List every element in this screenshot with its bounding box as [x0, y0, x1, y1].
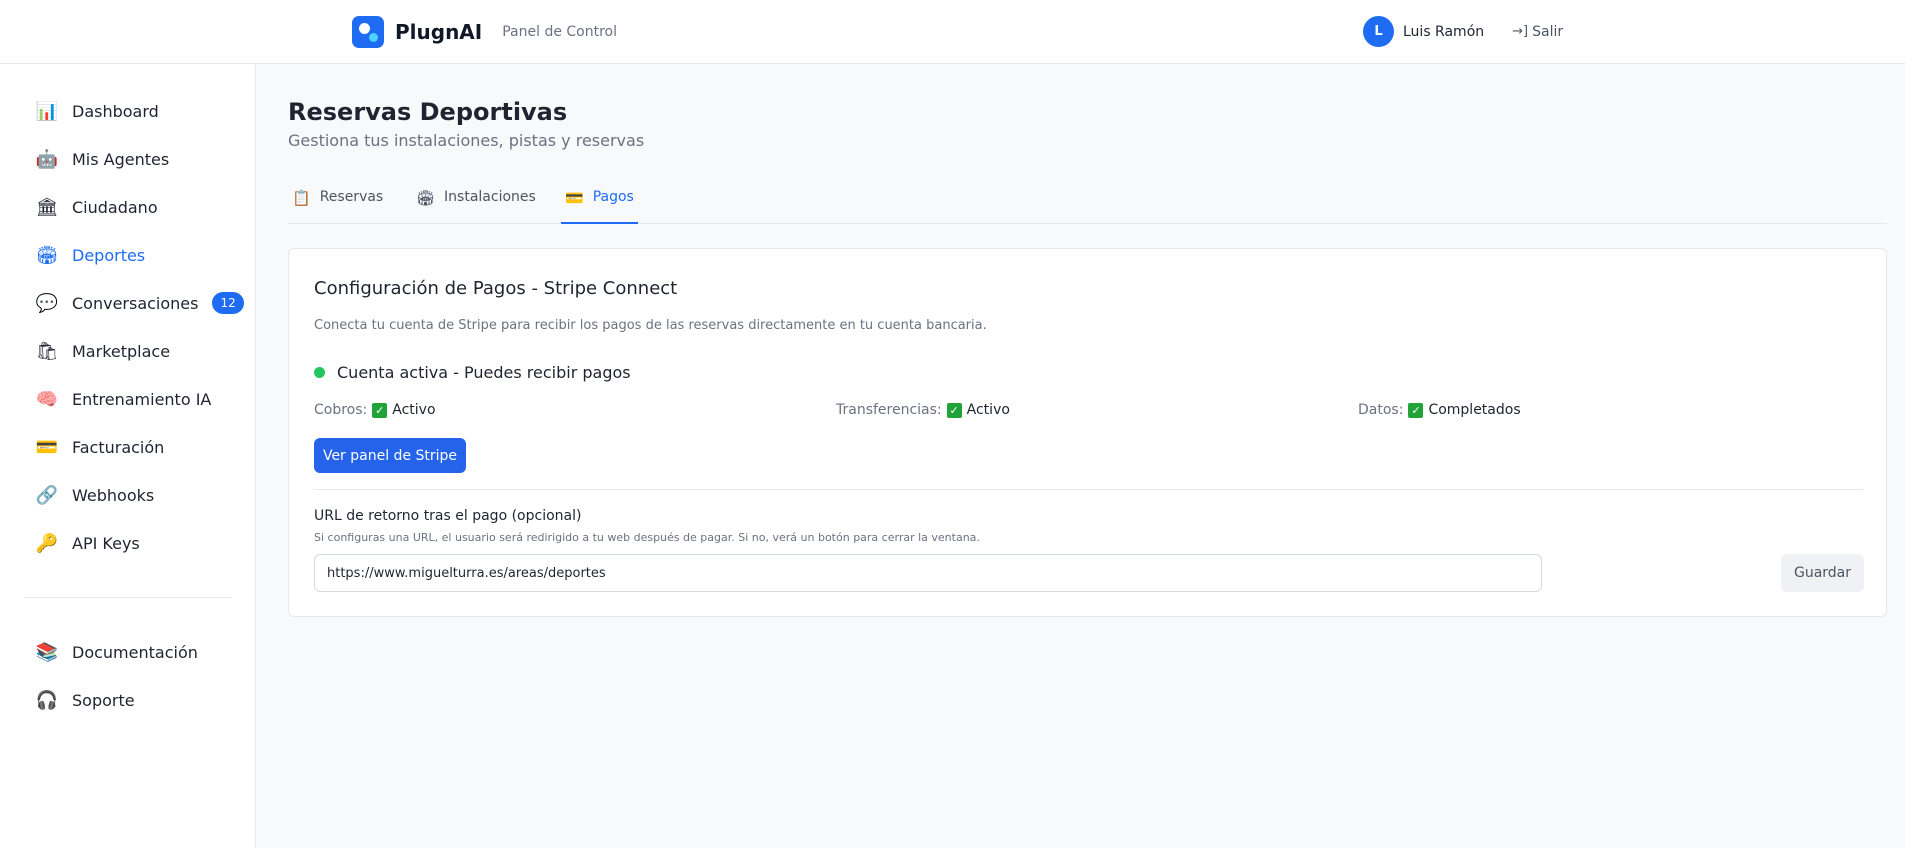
sidebar-item-label: Soporte [72, 690, 135, 710]
sidebar-item-label: Ciudadano [72, 197, 158, 217]
card-title: Configuración de Pagos - Stripe Connect [314, 278, 678, 299]
sidebar-divider [24, 597, 232, 598]
sidebar-item-documentacion[interactable]: 📚 Documentación [36, 638, 198, 666]
account-status: Cuenta activa - Puedes recibir pagos [314, 363, 631, 382]
sidebar-item-label: Deportes [72, 245, 146, 265]
status-label: Transferencias: [836, 402, 942, 418]
check-icon: ✓ [372, 402, 388, 418]
sidebar-item-label: Documentación [72, 642, 198, 662]
credit-card-icon: 💳 [565, 189, 584, 207]
books-icon: 📚 [35, 641, 59, 663]
tab-label: Pagos [592, 189, 634, 205]
user-menu: L Luis Ramón →] Salir [1363, 16, 1563, 47]
tab-pagos[interactable]: 💳 Pagos [561, 183, 638, 224]
link-icon: 🔗 [35, 484, 59, 506]
stripe-dashboard-button[interactable]: Ver panel de Stripe [314, 438, 466, 473]
tab-instalaciones[interactable]: 🏟 Instalaciones [416, 183, 536, 224]
sidebar-item-marketplace[interactable]: 🛍 Marketplace [36, 337, 170, 365]
sidebar-item-entrenamiento-ia[interactable]: 🧠 Entrenamiento IA [35, 385, 212, 413]
headphones-icon: 🎧 [35, 689, 59, 711]
status-text: Cuenta activa - Puedes recibir pagos [337, 363, 631, 382]
brand[interactable]: PlugnAI Panel de Control [352, 16, 617, 48]
avatar[interactable]: L [1363, 16, 1394, 47]
status-value: Completados [1428, 402, 1521, 418]
credit-card-icon: 💳 [35, 436, 59, 458]
stadium-icon: 🏟 [35, 244, 59, 266]
bar-chart-icon: 📊 [35, 100, 59, 122]
robot-icon: 🤖 [35, 148, 59, 170]
count-badge: 12 [212, 292, 244, 314]
cobros-status: Cobros: ✓ Activo [314, 402, 436, 418]
card-divider [314, 489, 1863, 490]
status-value: Activo [392, 402, 436, 418]
sidebar-item-label: Webhooks [72, 485, 155, 505]
page-subtitle: Gestiona tus instalaciones, pistas y res… [288, 131, 645, 150]
tab-reservas[interactable]: 📋 Reservas [292, 183, 383, 224]
brand-name: PlugnAI [395, 20, 483, 44]
tab-label: Instalaciones [444, 189, 536, 205]
logout-icon: →] [1512, 24, 1529, 39]
tab-label: Reservas [319, 189, 384, 205]
transferencias-status: Transferencias: ✓ Activo [836, 402, 1010, 418]
top-header: PlugnAI Panel de Control L Luis Ramón →]… [0, 0, 1905, 64]
status-label: Datos: [1358, 402, 1404, 418]
sidebar-item-label: Conversaciones [72, 293, 199, 313]
return-url-help: Si configuras una URL, el usuario será r… [314, 531, 980, 544]
sidebar-item-mis-agentes[interactable]: 🤖 Mis Agentes [36, 145, 169, 173]
page-title: Reservas Deportivas [288, 98, 568, 126]
chat-icon: 💬 [35, 292, 59, 314]
brain-icon: 🧠 [35, 388, 59, 410]
datos-status: Datos: ✓ Completados [1358, 402, 1521, 418]
sidebar-item-label: API Keys [72, 533, 140, 553]
status-dot-icon [314, 367, 325, 378]
sidebar-item-soporte[interactable]: 🎧 Soporte [36, 686, 135, 714]
sidebar-item-api-keys[interactable]: 🔑 API Keys [36, 529, 140, 557]
sidebar-item-label: Facturación [72, 437, 165, 457]
return-url-label: URL de retorno tras el pago (opcional) [314, 508, 582, 524]
key-icon: 🔑 [35, 532, 59, 554]
logout-label: Salir [1532, 23, 1564, 40]
sidebar-item-conversaciones[interactable]: 💬 Conversaciones 12 [36, 289, 244, 317]
sidebar: 📊 Dashboard 🤖 Mis Agentes 🏛 Ciudadano 🏟 … [0, 64, 256, 848]
user-name[interactable]: Luis Ramón [1403, 24, 1484, 40]
check-icon: ✓ [946, 402, 962, 418]
sidebar-item-facturacion[interactable]: 💳 Facturación [35, 433, 165, 461]
return-url-input[interactable] [314, 554, 1542, 592]
stadium-icon: 🏟 [416, 189, 436, 207]
sidebar-item-dashboard[interactable]: 📊 Dashboard [36, 97, 159, 125]
sidebar-item-deportes[interactable]: 🏟 Deportes [35, 241, 146, 269]
tab-bar: 📋 Reservas 🏟 Instalaciones 💳 Pagos [288, 183, 1887, 224]
sidebar-item-label: Entrenamiento IA [72, 389, 212, 409]
card-description: Conecta tu cuenta de Stripe para recibir… [314, 318, 987, 333]
shopping-bag-icon: 🛍 [35, 340, 59, 362]
status-value: Activo [966, 402, 1010, 418]
sidebar-item-ciudadano[interactable]: 🏛 Ciudadano [36, 193, 158, 221]
brand-subtitle: Panel de Control [502, 24, 618, 40]
save-button[interactable]: Guardar [1781, 554, 1864, 592]
status-label: Cobros: [314, 402, 368, 418]
check-icon: ✓ [1408, 402, 1424, 418]
sidebar-item-label: Dashboard [72, 101, 159, 121]
sidebar-item-webhooks[interactable]: 🔗 Webhooks [36, 481, 154, 509]
sidebar-item-label: Mis Agentes [72, 149, 170, 169]
plugnai-logo-icon [352, 16, 384, 48]
logout-button[interactable]: →] Salir [1512, 24, 1563, 40]
clipboard-icon: 📋 [292, 189, 311, 207]
stripe-connect-card: Configuración de Pagos - Stripe Connect … [288, 248, 1887, 617]
bank-icon: 🏛 [35, 196, 59, 218]
sidebar-item-label: Marketplace [72, 341, 171, 361]
